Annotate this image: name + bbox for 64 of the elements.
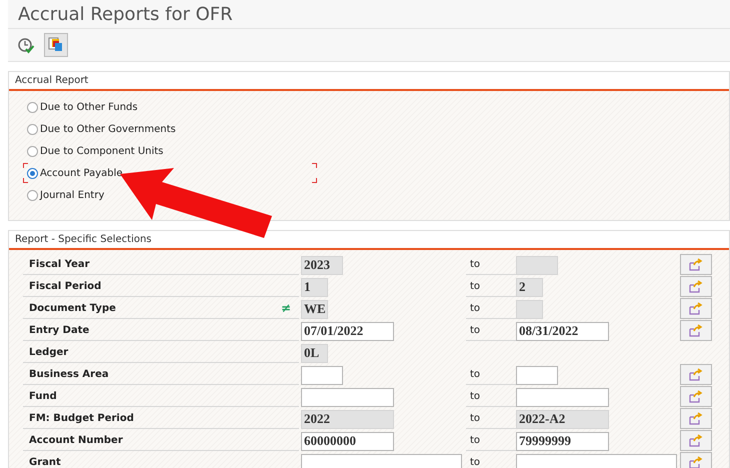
field-label: FM: Budget Period <box>29 412 134 424</box>
layers-icon <box>48 37 64 53</box>
radio-button[interactable] <box>27 124 38 134</box>
arrow-box-icon <box>689 368 703 381</box>
from-field[interactable]: 60000000 <box>301 432 394 451</box>
radio-label: Due to Component Units <box>40 146 164 156</box>
field-label: Ledger <box>29 346 68 358</box>
field-label: Business Area <box>29 368 109 380</box>
from-field[interactable]: 07/01/2022 <box>301 322 394 341</box>
from-field[interactable] <box>301 388 394 407</box>
group-title: Accrual Report <box>15 75 88 86</box>
to-label: to <box>470 324 480 336</box>
to-field[interactable]: 79999999 <box>516 432 609 451</box>
arrow-box-icon <box>689 390 703 403</box>
clock-check-icon <box>17 36 35 54</box>
field-label: Grant <box>29 456 61 468</box>
to-field[interactable] <box>516 366 558 385</box>
to-label: to <box>470 280 480 292</box>
radio-label: Account Payable <box>40 168 123 178</box>
field-label: Account Number <box>29 434 123 446</box>
toolbar-button[interactable] <box>44 33 68 57</box>
to-label: to <box>470 456 480 468</box>
multiple-selection-button[interactable] <box>680 452 712 468</box>
from-field[interactable] <box>301 454 462 468</box>
to-label: to <box>470 390 480 402</box>
multiple-selection-button[interactable] <box>680 430 712 451</box>
multiple-selection-button[interactable] <box>680 254 712 275</box>
field-label: Document Type <box>29 302 116 314</box>
radio-button[interactable] <box>27 146 38 156</box>
radio-label: Due to Other Governments <box>40 124 176 134</box>
multiple-selection-button[interactable] <box>680 320 712 341</box>
arrow-box-icon <box>689 412 703 425</box>
multiple-selection-button[interactable] <box>680 386 712 407</box>
field-label: Fiscal Year <box>29 258 90 270</box>
group-title: Report - Specific Selections <box>15 234 152 245</box>
radio-label: Due to Other Funds <box>40 102 138 112</box>
to-label: to <box>470 412 480 424</box>
to-field[interactable] <box>516 388 609 407</box>
arrow-box-icon <box>689 324 703 337</box>
radio-button[interactable] <box>27 168 38 178</box>
to-field[interactable] <box>516 454 677 468</box>
multiple-selection-button[interactable] <box>680 298 712 319</box>
operator-symbol: ≠ <box>280 301 291 315</box>
arrow-box-icon <box>689 456 703 468</box>
to-label: to <box>470 258 480 270</box>
field-label: Entry Date <box>29 324 90 336</box>
multiple-selection-button[interactable] <box>680 364 712 385</box>
radio-button[interactable] <box>27 102 38 112</box>
to-field[interactable]: 08/31/2022 <box>516 322 609 341</box>
to-label: to <box>470 434 480 446</box>
arrow-box-icon <box>689 434 703 447</box>
field-label: Fiscal Period <box>29 280 102 292</box>
to-label: to <box>470 368 480 380</box>
field-label: Fund <box>29 390 57 402</box>
arrow-box-icon <box>689 258 703 271</box>
from-field[interactable] <box>301 366 343 385</box>
page-title: Accrual Reports for OFR <box>18 4 233 24</box>
to-label: to <box>470 302 480 314</box>
radio-button[interactable] <box>27 190 38 200</box>
radio-label: Journal Entry <box>40 190 104 200</box>
multiple-selection-button[interactable] <box>680 276 712 297</box>
arrow-box-icon <box>689 280 703 293</box>
multiple-selection-button[interactable] <box>680 408 712 429</box>
arrow-box-icon <box>689 302 703 315</box>
